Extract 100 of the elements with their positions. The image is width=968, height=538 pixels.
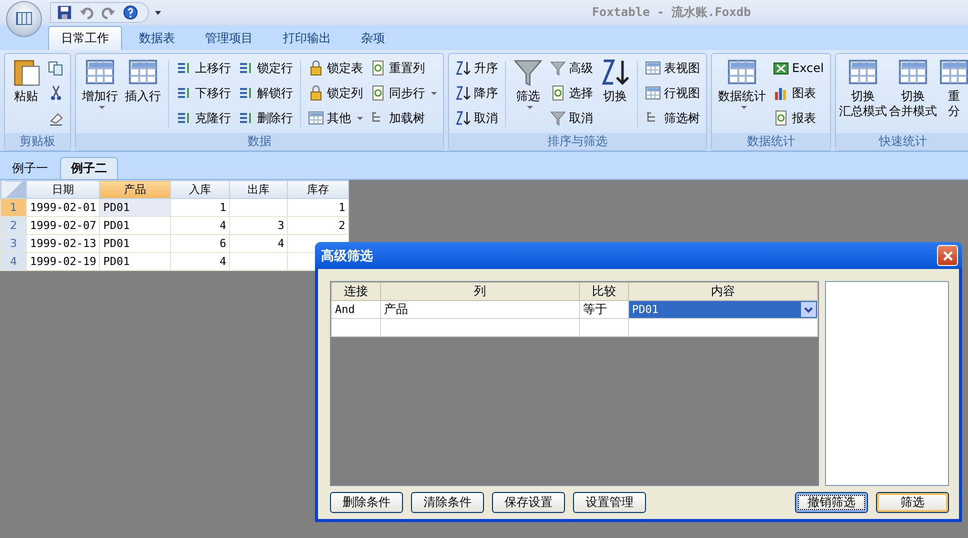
row-header[interactable]: 2 [0,216,26,234]
close-button[interactable] [937,245,958,266]
dropdown-caret-icon [357,116,363,120]
sheet-tab[interactable]: 例子一 [2,157,58,179]
rows-icon [238,60,254,76]
ribbon-tab[interactable]: 数据表 [126,26,188,50]
ribbon-button[interactable]: 表视图 [643,57,702,79]
ribbon-button[interactable]: 图表 [771,82,826,104]
chevron-down-icon[interactable] [801,302,816,317]
ribbon-button[interactable]: 锁定行 [236,57,295,79]
doc-icon [550,85,566,101]
rows-icon [176,85,192,101]
ribbon-button[interactable]: 报表 [771,107,826,129]
sort-icon [455,85,471,101]
chart-icon [773,85,789,101]
dropdown-caret-icon [431,92,437,94]
sort-icon [600,57,630,87]
dialog-button[interactable]: 筛选 [876,492,949,513]
dialog-button[interactable]: 删除条件 [330,492,403,513]
column-header[interactable]: 日期 [26,180,100,198]
ribbon-tab[interactable]: 日常工作 [48,26,122,50]
table-icon [645,60,661,76]
ribbon-button[interactable]: 切换 [598,57,632,133]
ribbon-button[interactable]: 行视图 [643,82,702,104]
ribbon-button[interactable]: 取消 [548,107,595,129]
doc-icon [370,85,386,101]
window-title: Foxtable - 流水账.Foxdb [592,4,751,21]
dialog-button[interactable]: 设置管理 [573,492,646,513]
ribbon-button[interactable]: 加载树 [368,107,439,129]
ribbon-button[interactable]: 其他 [306,107,365,129]
ribbon-button[interactable]: 升序 [453,57,500,79]
dialog-button[interactable]: 撤销筛选 [795,492,868,513]
column-header[interactable]: 入库 [170,180,230,198]
ribbon-button[interactable]: 上移行 [174,57,233,79]
ribbon-button[interactable]: 锁定列 [306,82,365,104]
ribbon-button[interactable]: 重 分 [938,57,968,133]
ribbon-tab[interactable]: 管理项目 [192,26,266,50]
table-icon [848,57,878,87]
funnel-icon [550,110,566,126]
column-header[interactable]: 比较 [580,282,628,300]
table-cell: 4 [230,234,288,252]
close-icon [942,250,954,262]
sort-icon [455,60,471,76]
application-menu-button[interactable] [6,0,42,36]
row-header[interactable]: 4 [0,252,26,270]
ribbon-button[interactable]: 筛选树 [643,107,702,129]
ribbon-button[interactable]: 选择 [548,82,595,104]
column-header[interactable]: 连接 [332,282,380,300]
table-cell: PD01 [100,234,171,252]
column-header[interactable]: 内容 [628,282,818,300]
sheet-tab[interactable]: 例子二 [60,157,118,179]
ribbon-button[interactable]: 下移行 [174,82,233,104]
table-cell: And [332,300,380,318]
row-header[interactable]: 3 [0,234,26,252]
table-cell: 1 [288,198,349,216]
ribbon-button[interactable]: 解锁行 [236,82,295,104]
table-icon [308,110,324,126]
ribbon-button[interactable]: 删除行 [236,107,295,129]
ribbon-button[interactable]: 同步行 [368,82,439,104]
dialog-button[interactable]: 保存设置 [492,492,565,513]
ribbon-button[interactable]: 克隆行 [174,107,233,129]
help-icon[interactable] [123,5,138,20]
ribbon-button[interactable]: 切换 合并模式 [888,57,938,133]
list-box[interactable] [825,281,949,486]
ribbon-button[interactable]: 取消 [453,107,500,129]
dropdown-caret-icon [526,106,532,109]
ribbon-button[interactable]: Excel [771,57,826,79]
table-cell: 1999-02-01 [26,198,100,216]
ribbon-button[interactable]: 高级 [548,57,595,79]
ribbon-button[interactable]: 粘贴 [9,57,43,133]
table-cell: 1999-02-19 [26,252,100,270]
column-header[interactable]: 列 [380,282,580,300]
ribbon-tab[interactable]: 打印输出 [270,26,344,50]
lock-icon [308,85,324,101]
ribbon-tab[interactable]: 杂项 [348,26,398,50]
save-icon[interactable] [57,5,72,20]
group-label: 剪贴板 [5,133,70,150]
ribbon-button[interactable]: 筛选 [511,57,545,133]
rows-icon [238,110,254,126]
ribbon-button[interactable]: 降序 [453,82,500,104]
ribbon-button[interactable]: 切换 汇总模式 [838,57,888,133]
doc-icon [773,110,789,126]
column-header[interactable]: 库存 [288,180,349,198]
funnel-icon [550,60,566,76]
table-icon [938,57,968,87]
table-cell: 1 [170,198,230,216]
dropdown-caret-icon [740,106,746,109]
group-label: 数据 [76,133,443,150]
ribbon-button[interactable]: 增加行 [80,57,120,133]
redo-icon[interactable] [101,5,116,20]
ribbon-button[interactable]: 插入行 [123,57,163,133]
dialog-button[interactable]: 清除条件 [411,492,484,513]
ribbon-button[interactable]: 锁定表 [306,57,365,79]
column-header[interactable]: 产品 [100,180,171,198]
customize-toolbar-icon[interactable] [155,10,161,14]
undo-icon[interactable] [79,5,94,20]
ribbon-button[interactable]: 重置列 [368,57,439,79]
ribbon-button[interactable]: 数据统计 [716,57,768,133]
table-cell: PD01 [100,198,171,216]
column-header[interactable]: 出库 [230,180,288,198]
